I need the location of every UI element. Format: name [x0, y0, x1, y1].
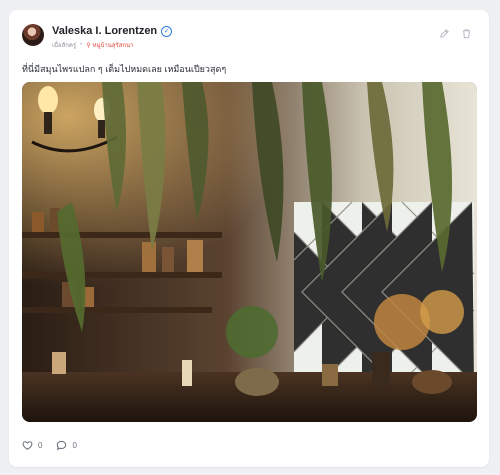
author-name[interactable]: Valeska I. Lorentzen [52, 25, 157, 37]
comment-button[interactable]: 0 [56, 440, 77, 451]
post-timestamp: เมื่อสักครู่ [52, 43, 77, 49]
meta-separator: • [80, 42, 83, 48]
post-footer: 0 0 [22, 440, 77, 451]
comment-bubble-icon [57, 440, 67, 451]
like-count: 0 [38, 441, 43, 450]
group-pin-icon: ⚲ [86, 42, 91, 49]
comment-count: 0 [72, 441, 77, 450]
verified-badge-icon: ✓ [161, 25, 173, 37]
post-text: ที่นี่มีสมุนไพรแปลก ๆ เต็มไปหมดเลย เหมือ… [22, 64, 227, 74]
post-header: Valeska I. Lorentzen ✓ เมื่อสักครู่ • ⚲ … [22, 23, 476, 55]
post-image[interactable] [22, 82, 477, 422]
group-name[interactable]: หมู่บ้านสุรัสกนา [93, 40, 134, 50]
pencil-icon[interactable] [438, 27, 450, 39]
post-actions [438, 27, 472, 39]
post-meta: เมื่อสักครู่ • ⚲ หมู่บ้านสุรัสกนา [52, 40, 134, 50]
trash-icon[interactable] [460, 27, 472, 39]
post-card: Valeska I. Lorentzen ✓ เมื่อสักครู่ • ⚲ … [9, 10, 489, 467]
author-avatar[interactable] [22, 24, 44, 46]
author-row: Valeska I. Lorentzen ✓ [52, 25, 173, 37]
like-button[interactable]: 0 [22, 440, 42, 451]
heart-icon [22, 441, 33, 450]
group-link[interactable]: ⚲ หมู่บ้านสุรัสกนา [86, 40, 133, 50]
